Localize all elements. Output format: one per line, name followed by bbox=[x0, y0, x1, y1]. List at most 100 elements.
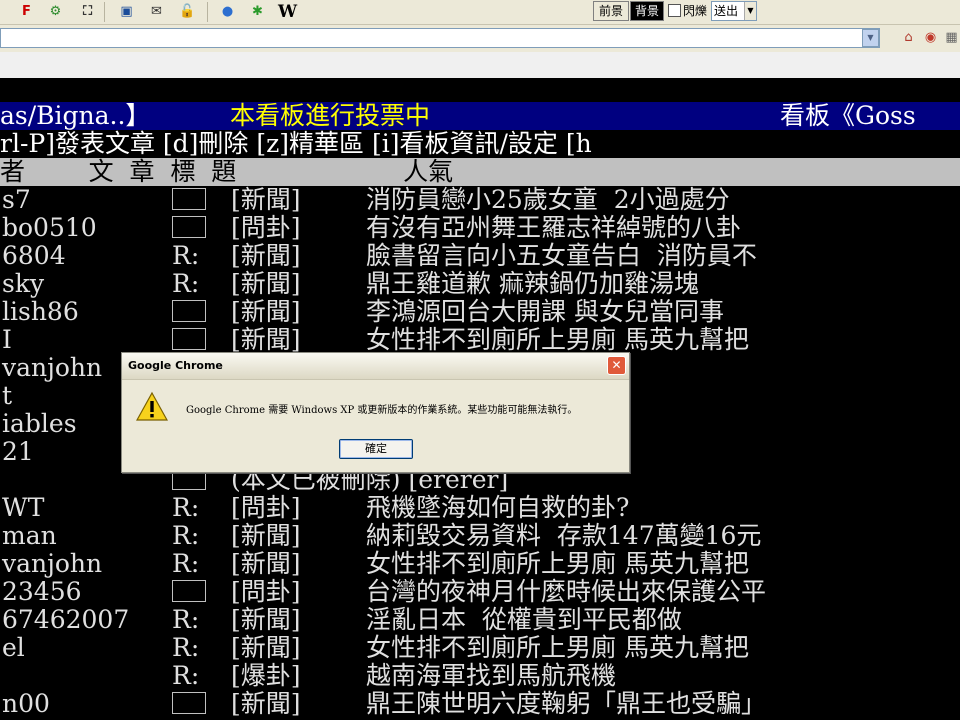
post-author: n00 bbox=[2, 689, 50, 718]
print-icon[interactable]: ▦ bbox=[943, 30, 960, 46]
post-category: [新聞] bbox=[231, 689, 301, 718]
reply-mark: R: bbox=[172, 661, 200, 690]
dialog-message: Google Chrome 需要 Windows XP 或更新版本的作業系統。某… bbox=[186, 405, 578, 416]
unread-box bbox=[172, 216, 206, 238]
reply-mark: R: bbox=[172, 549, 200, 578]
window-icon[interactable]: ▣ bbox=[117, 2, 136, 21]
post-title: 鼎王陳世明六度鞠躬「鼎王也受騙」 bbox=[366, 689, 767, 718]
post-row[interactable]: 23456 [問卦] 台灣的夜神月什麼時候出來保護公平 bbox=[0, 578, 960, 606]
column-header: 者 文 章 標 題 人氣 bbox=[0, 158, 960, 186]
send-label: 送出 bbox=[714, 4, 739, 18]
blank-strip bbox=[0, 52, 960, 78]
reply-mark: R: bbox=[172, 521, 200, 550]
dialog-title-bar[interactable]: Google Chrome ✕ bbox=[122, 353, 629, 380]
post-row[interactable]: 67462007 R: [新聞] 淫亂日本 從權貴到平民都做 bbox=[0, 606, 960, 634]
post-row[interactable]: 6804 R: [新聞] 臉書留言向小五女童告白 消防員不 bbox=[0, 242, 960, 270]
post-row[interactable]: lish86 [新聞] 李鴻源回台大開課 與女兒當同事 bbox=[0, 298, 960, 326]
blink-label: 閃爍 bbox=[683, 4, 708, 18]
post-row[interactable]: sky R: [新聞] 鼎王雞道歉 痲辣鍋仍加雞湯塊 bbox=[0, 270, 960, 298]
reply-mark: R: bbox=[172, 633, 200, 662]
address-row: ▼ ⌂ ◉ ▦ bbox=[0, 25, 960, 52]
address-dropdown-icon[interactable]: ▼ bbox=[862, 29, 879, 47]
foreground-color-button[interactable]: 前景 bbox=[593, 1, 629, 21]
post-row[interactable]: bo0510 [問卦] 有沒有亞州舞王羅志祥綽號的八卦 bbox=[0, 214, 960, 242]
chrome-warning-dialog: Google Chrome ✕ Google Chrome 需要 Windows… bbox=[121, 352, 630, 473]
post-title: 淫亂日本 從權貴到平民都做 bbox=[366, 605, 682, 634]
post-category: [新聞] bbox=[231, 241, 301, 270]
post-title: 越南海軍找到馬航飛機 bbox=[366, 661, 617, 690]
reply-mark: R: bbox=[172, 241, 200, 270]
post-author: iables bbox=[2, 409, 77, 438]
post-title: 有沒有亞州舞王羅志祥綽號的八卦 bbox=[366, 213, 742, 242]
home-icon[interactable]: ⌂ bbox=[900, 30, 917, 46]
post-row[interactable]: el R: [新聞] 女性排不到廁所上男廁 馬英九幫把 bbox=[0, 634, 960, 662]
reply-mark: R: bbox=[172, 605, 200, 634]
post-title: 鼎王雞道歉 痲辣鍋仍加雞湯塊 bbox=[366, 269, 699, 298]
post-author: bo0510 bbox=[2, 213, 97, 242]
post-category: [問卦] bbox=[231, 213, 301, 242]
chevron-down-icon[interactable]: ▼ bbox=[744, 2, 756, 20]
toolbar-separator bbox=[207, 2, 208, 22]
post-author: 23456 bbox=[2, 577, 82, 606]
blink-checkbox[interactable] bbox=[668, 4, 681, 17]
post-category: [問卦] bbox=[231, 493, 301, 522]
post-category: [新聞] bbox=[231, 605, 301, 634]
post-row[interactable]: s7 [新聞] 消防員戀小25歲女童 2小過處分 bbox=[0, 186, 960, 214]
post-row[interactable]: vanjohn R: [新聞] 女性排不到廁所上男廁 馬英九幫把 bbox=[0, 550, 960, 578]
record-icon[interactable]: ◉ bbox=[922, 30, 939, 46]
asterisk-icon[interactable]: ✱ bbox=[248, 2, 267, 21]
send-select[interactable]: 送出 ▼ bbox=[711, 1, 757, 21]
post-category: [新聞] bbox=[231, 269, 301, 298]
post-title: 飛機墜海如何自救的卦? bbox=[366, 493, 630, 522]
post-author: 6804 bbox=[2, 241, 66, 270]
post-author: el bbox=[2, 633, 25, 662]
dialog-title: Google Chrome bbox=[128, 359, 223, 372]
vote-notice: 本看板進行投票中 bbox=[230, 102, 431, 130]
post-category: [新聞] bbox=[231, 549, 301, 578]
f-app-icon[interactable]: F bbox=[17, 2, 36, 21]
post-title: 台灣的夜神月什麼時候出來保護公平 bbox=[366, 577, 767, 606]
browser-icon[interactable]: ● bbox=[218, 2, 237, 21]
board-prefix: as/Bigna..】 bbox=[0, 102, 151, 130]
board-title-bar: as/Bigna..】 本看板進行投票中 看板《Goss bbox=[0, 102, 960, 130]
post-row[interactable]: R: [爆卦] 越南海軍找到馬航飛機 bbox=[0, 662, 960, 690]
unread-box bbox=[172, 580, 206, 602]
reply-mark: R: bbox=[172, 269, 200, 298]
post-row[interactable]: WT R: [問卦] 飛機墜海如何自救的卦? bbox=[0, 494, 960, 522]
post-category: [新聞] bbox=[231, 633, 301, 662]
post-category: [新聞] bbox=[231, 521, 301, 550]
command-menu: rl-P]發表文章 [d]刪除 [z]精華區 [i]看板資訊/設定 [h bbox=[0, 130, 592, 158]
post-row[interactable]: I [新聞] 女性排不到廁所上男廁 馬英九幫把 bbox=[0, 326, 960, 354]
post-author: t bbox=[2, 381, 13, 410]
gear-icon[interactable]: ⚙ bbox=[46, 2, 65, 21]
post-title: 女性排不到廁所上男廁 馬英九幫把 bbox=[366, 633, 749, 662]
post-author: WT bbox=[2, 493, 45, 522]
post-title: 女性排不到廁所上男廁 馬英九幫把 bbox=[366, 325, 749, 354]
post-category: [新聞] bbox=[231, 185, 301, 214]
compose-icon[interactable]: ✉ bbox=[147, 2, 166, 21]
toolbar: F ⚙ ⛶ ▣ ✉ 🔓 ● ✱ W 前景 背景 閃爍 送出 ▼ bbox=[0, 0, 960, 25]
ok-button[interactable]: 確定 bbox=[339, 439, 413, 459]
warning-icon bbox=[136, 391, 168, 421]
post-title: 納莉毀交易資料 存款147萬變16元 bbox=[366, 521, 762, 550]
unlock-icon[interactable]: 🔓 bbox=[178, 2, 197, 21]
move-icon[interactable]: ⛶ bbox=[78, 2, 97, 21]
post-title: 臉書留言向小五女童告白 消防員不 bbox=[366, 241, 757, 270]
post-title: 消防員戀小25歲女童 2小過處分 bbox=[366, 185, 730, 214]
post-title: 女性排不到廁所上男廁 馬英九幫把 bbox=[366, 549, 749, 578]
reply-mark: R: bbox=[172, 493, 200, 522]
post-category: [問卦] bbox=[231, 577, 301, 606]
post-author: man bbox=[2, 521, 57, 550]
close-icon[interactable]: ✕ bbox=[607, 356, 626, 375]
post-row[interactable]: n00 [新聞] 鼎王陳世明六度鞠躬「鼎王也受騙」 bbox=[0, 690, 960, 718]
unread-box bbox=[172, 188, 206, 210]
post-author: vanjohn bbox=[2, 353, 103, 382]
address-input[interactable] bbox=[0, 28, 880, 48]
post-title: 李鴻源回台大開課 與女兒當同事 bbox=[366, 297, 724, 326]
post-author: 21 bbox=[2, 437, 34, 466]
unread-box bbox=[172, 300, 206, 322]
post-row[interactable]: man R: [新聞] 納莉毀交易資料 存款147萬變16元 bbox=[0, 522, 960, 550]
background-color-button[interactable]: 背景 bbox=[630, 1, 664, 21]
post-author: I bbox=[2, 325, 12, 354]
wikipedia-icon[interactable]: W bbox=[278, 2, 297, 22]
